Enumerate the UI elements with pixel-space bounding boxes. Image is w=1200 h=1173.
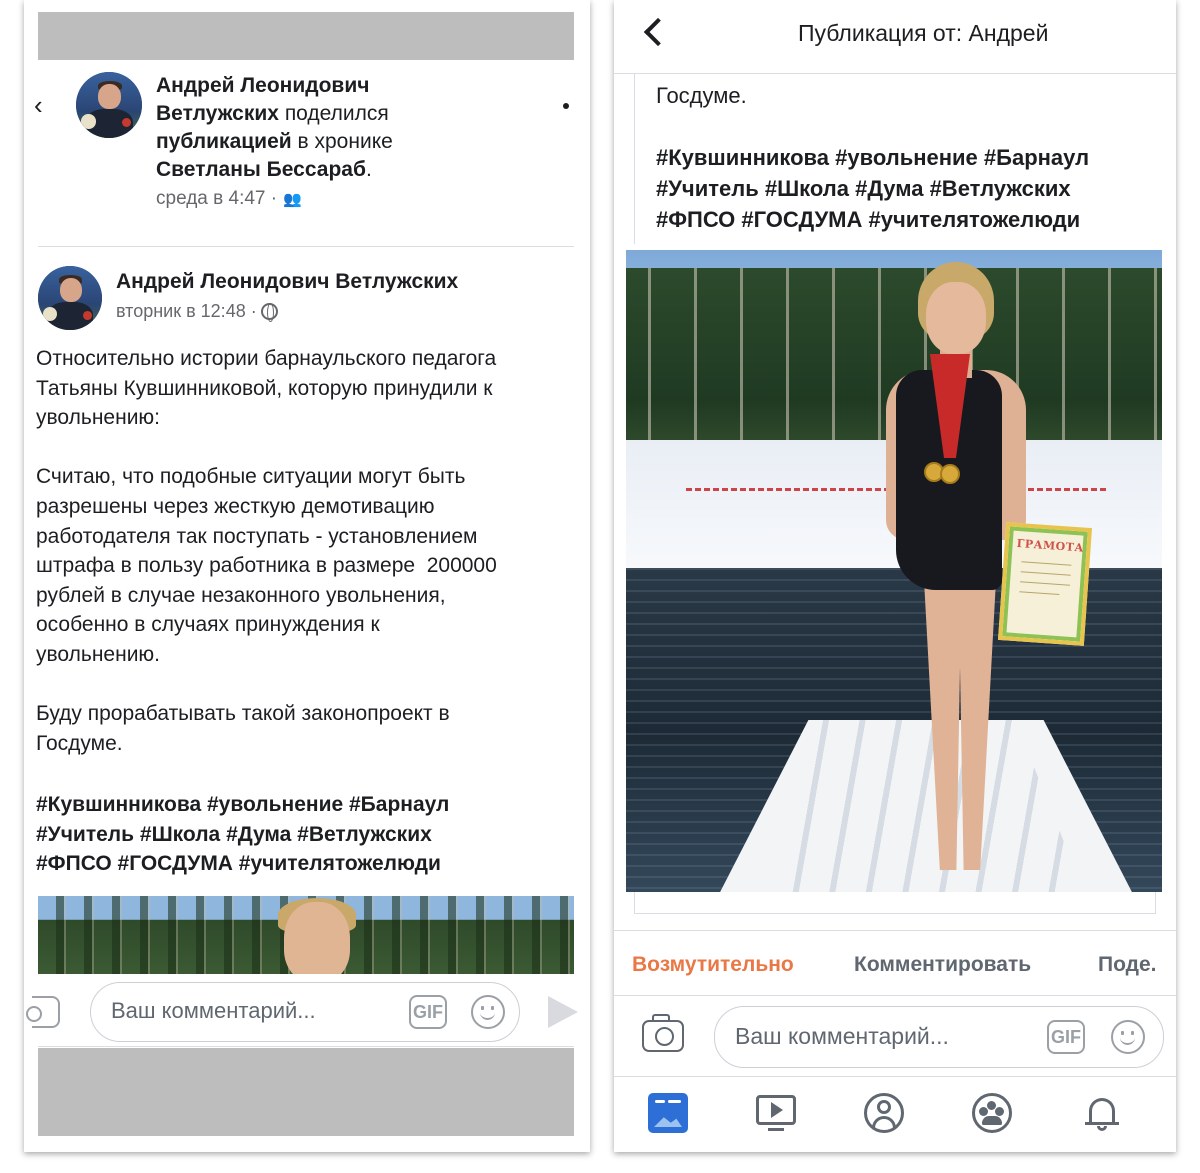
redacted-bottom-bar: [38, 1048, 574, 1136]
actor-name-line2[interactable]: Ветлужских: [156, 102, 279, 125]
smile-icon[interactable]: [471, 995, 505, 1029]
profile-icon[interactable]: [864, 1093, 904, 1133]
chevron-left-icon[interactable]: [643, 17, 673, 47]
left-screenshot: ‹ Андрей Леонидович Ветлужских поделился…: [24, 0, 590, 1152]
notifications-bell-icon[interactable]: [1082, 1093, 1122, 1133]
page-title: Публикация от: Андрей: [798, 20, 1049, 46]
comment-placeholder: Ваш комментарий...: [735, 1023, 949, 1049]
globe-icon: [260, 303, 278, 322]
redacted-top-bar: [38, 12, 574, 60]
divider: [38, 1046, 574, 1047]
top-navigation-bar: Публикация от: Андрей: [614, 0, 1176, 74]
share-story-text: Андрей Леонидович Ветлужских поделился п…: [156, 72, 456, 214]
video-icon[interactable]: [756, 1093, 796, 1133]
comment-input[interactable]: Ваш комментарий... GIF: [90, 982, 520, 1042]
share-verb: поделился: [284, 102, 389, 125]
back-icon-fragment[interactable]: ‹: [34, 90, 43, 121]
share-location-text: в хронике: [297, 130, 393, 153]
share-button[interactable]: Поде.: [1098, 953, 1157, 977]
post-hashtags[interactable]: #Кувшинникова #увольнение #Барнаул #Учит…: [36, 790, 584, 879]
post-body: Относительно истории барнаульского педаг…: [36, 347, 497, 755]
share-time[interactable]: среда в 4:47 ·: [156, 188, 277, 209]
diploma-title: ГРАМОТА: [1016, 536, 1085, 555]
post-author-avatar[interactable]: [38, 266, 102, 330]
comment-input[interactable]: Ваш комментарий... GIF: [714, 1006, 1164, 1068]
reaction-button[interactable]: Возмутительно: [632, 953, 794, 977]
comment-placeholder: Ваш комментарий...: [111, 998, 316, 1023]
post-author-name[interactable]: Андрей Леонидович Ветлужских: [116, 270, 458, 294]
card-bottom-edge: [634, 892, 1156, 914]
share-target-name[interactable]: Светланы Бессараб: [156, 158, 366, 181]
bottom-tab-bar: [614, 1076, 1176, 1152]
share-target-suffix: .: [365, 158, 372, 181]
right-screenshot: Публикация от: Андрей Госдуме. #Кувшинни…: [614, 0, 1176, 1152]
diploma-certificate: ГРАМОТА: [997, 522, 1093, 646]
smile-icon[interactable]: [1111, 1020, 1145, 1054]
shared-object-link[interactable]: публикацией: [156, 130, 292, 153]
post-actions-bar: Возмутительно Комментировать Поде.: [614, 930, 1176, 996]
news-feed-icon[interactable]: [648, 1093, 688, 1133]
groups-icon[interactable]: [972, 1093, 1012, 1133]
actor-name-line1[interactable]: Андрей Леонидович: [156, 74, 369, 97]
send-icon[interactable]: [548, 996, 578, 1028]
friends-icon: 👥: [282, 191, 302, 208]
post-time[interactable]: вторник в 12:48 ·: [116, 301, 278, 322]
post-photo[interactable]: ГРАМОТА: [626, 250, 1162, 892]
gif-button[interactable]: GIF: [409, 995, 447, 1029]
post-hashtags[interactable]: #Кувшинникова #увольнение #Барнаул #Учит…: [656, 142, 1166, 235]
post-photo-thumbnail[interactable]: [38, 896, 574, 974]
divider: [38, 246, 574, 247]
camera-icon[interactable]: [642, 1014, 684, 1052]
more-options-icon[interactable]: [563, 103, 569, 109]
card-border: [634, 74, 635, 244]
post-body-tail: Госдуме.: [656, 83, 747, 108]
avatar[interactable]: [76, 72, 142, 138]
post-time-text[interactable]: вторник в 12:48 ·: [116, 301, 257, 321]
gif-button[interactable]: GIF: [1047, 1020, 1085, 1054]
camera-icon[interactable]: [26, 996, 60, 1028]
comment-button[interactable]: Комментировать: [854, 953, 1031, 977]
